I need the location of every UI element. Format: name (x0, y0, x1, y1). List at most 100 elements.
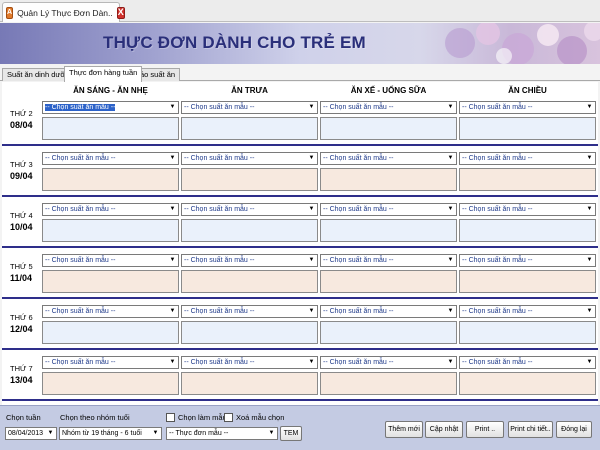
day-name: THỨ 7 (10, 364, 33, 373)
close-icon[interactable]: X (116, 6, 125, 19)
day-row: THỨ 4 10/04 -- Chọn suất ăn mẫu -- ▼ -- Chọn… (2, 199, 598, 248)
lunch-meal-details[interactable] (181, 321, 318, 344)
day-name: THỨ 4 (10, 211, 33, 220)
dinner-meal-details[interactable] (459, 270, 596, 293)
lunch-meal-details[interactable] (181, 168, 318, 191)
breakfast-meal-details[interactable] (42, 168, 179, 191)
day-name: THỨ 6 (10, 313, 33, 322)
chevron-down-icon: ▼ (152, 430, 159, 436)
lunch-meal-select[interactable]: -- Chọn suất ăn mẫu -- ▼ (181, 101, 318, 114)
tem-button[interactable]: TEM (280, 426, 302, 441)
document-tab[interactable]: A Quản Lý Thực Đơn Dàn.. X (2, 2, 125, 22)
print-detail-button[interactable]: Print chi tiết.. (508, 421, 553, 438)
breakfast-meal-details[interactable] (42, 372, 179, 395)
select-placeholder: -- Chọn suất ăn mẫu -- (323, 104, 394, 111)
chevron-down-icon: ▼ (169, 206, 176, 212)
select-placeholder: -- Chọn suất ăn mẫu -- (323, 359, 394, 366)
lunch-meal-select[interactable]: -- Chọn suất ăn mẫu -- ▼ (181, 305, 318, 318)
week-select[interactable]: 08/04/2013 ▼ (5, 427, 57, 440)
breakfast-meal-select[interactable]: -- Chọn suất ăn mẫu -- ▼ (42, 152, 179, 165)
afternoon-snack-meal-select[interactable]: -- Chọn suất ăn mẫu -- ▼ (320, 254, 457, 267)
document-tab-title: Quản Lý Thực Đơn Dàn.. (17, 7, 113, 18)
chevron-down-icon: ▼ (447, 155, 454, 161)
lunch-meal-details[interactable] (181, 117, 318, 140)
dinner-meal-select[interactable]: -- Chọn suất ăn mẫu -- ▼ (459, 356, 596, 369)
lunch-meal-select[interactable]: -- Chọn suất ăn mẫu -- ▼ (181, 152, 318, 165)
dinner-meal-select[interactable]: -- Chọn suất ăn mẫu -- ▼ (459, 203, 596, 216)
module-tabs: Suất ăn dinh dưỡng Thực đơn hàng tuần Bá… (0, 65, 600, 82)
chevron-down-icon: ▼ (447, 257, 454, 263)
close-button[interactable]: Đóng lại (556, 421, 592, 438)
lunch-meal-details[interactable] (181, 270, 318, 293)
chevron-down-icon: ▼ (586, 206, 593, 212)
dinner-meal-select[interactable]: -- Chọn suất ăn mẫu -- ▼ (459, 152, 596, 165)
lunch-meal-select[interactable]: -- Chọn suất ăn mẫu -- ▼ (181, 356, 318, 369)
bottom-toolbar: Chọn tuần 08/04/2013 ▼ Chọn theo nhóm tu… (0, 405, 600, 450)
column-header-breakfast: ĂN SÁNG - ĂN NHẸ (73, 86, 148, 95)
day-row: THỨ 6 12/04 -- Chọn suất ăn mẫu -- ▼ -- Chọn… (2, 301, 598, 350)
select-placeholder: -- Chọn suất ăn mẫu -- (462, 206, 533, 213)
afternoon-snack-meal-details[interactable] (320, 168, 457, 191)
chevron-down-icon: ▼ (308, 257, 315, 263)
chevron-down-icon: ▼ (47, 430, 54, 436)
breakfast-meal-select[interactable]: -- Chọn suất ăn mẫu -- ▼ (42, 203, 179, 216)
breakfast-meal-details[interactable] (42, 117, 179, 140)
dinner-meal-select[interactable]: -- Chọn suất ăn mẫu -- ▼ (459, 101, 596, 114)
dinner-meal-details[interactable] (459, 168, 596, 191)
chevron-down-icon: ▼ (169, 104, 176, 110)
afternoon-snack-meal-select[interactable]: -- Chọn suất ăn mẫu -- ▼ (320, 101, 457, 114)
tab-weekly-menu[interactable]: Thực đơn hàng tuần (64, 66, 143, 82)
afternoon-snack-meal-details[interactable] (320, 372, 457, 395)
day-date: 13/04 (10, 375, 33, 385)
day-separator (2, 246, 598, 248)
select-placeholder: -- Chọn suất ăn mẫu -- (184, 257, 255, 264)
afternoon-snack-meal-details[interactable] (320, 270, 457, 293)
breakfast-meal-select[interactable]: -- Chọn suất ăn mẫu -- ▼ (42, 254, 179, 267)
lunch-meal-details[interactable] (181, 372, 318, 395)
update-button[interactable]: Cập nhật (425, 421, 463, 438)
day-row: THỨ 7 13/04 -- Chọn suất ăn mẫu -- ▼ -- Chọn… (2, 352, 598, 401)
add-new-button[interactable]: Thêm mới (385, 421, 423, 438)
flower-decoration (445, 23, 600, 64)
afternoon-snack-meal-select[interactable]: -- Chọn suất ăn mẫu -- ▼ (320, 305, 457, 318)
lunch-meal-select[interactable]: -- Chọn suất ăn mẫu -- ▼ (181, 203, 318, 216)
select-placeholder: -- Chọn suất ăn mẫu -- (323, 206, 394, 213)
day-separator (2, 144, 598, 146)
afternoon-snack-meal-select[interactable]: -- Chọn suất ăn mẫu -- ▼ (320, 203, 457, 216)
afternoon-snack-meal-details[interactable] (320, 219, 457, 242)
breakfast-meal-details[interactable] (42, 321, 179, 344)
afternoon-snack-meal-details[interactable] (320, 117, 457, 140)
day-date: 09/04 (10, 171, 33, 181)
set-as-template-checkbox[interactable] (166, 413, 175, 422)
menu-template-select[interactable]: -- Thực đơn mẫu -- ▼ (166, 427, 278, 440)
delete-template-checkbox[interactable] (224, 413, 233, 422)
week-label: Chọn tuần (6, 413, 41, 422)
breakfast-meal-details[interactable] (42, 270, 179, 293)
breakfast-meal-details[interactable] (42, 219, 179, 242)
dinner-meal-details[interactable] (459, 117, 596, 140)
breakfast-meal-select[interactable]: -- Chọn suất ăn mẫu -- ▼ (42, 356, 179, 369)
lunch-meal-select[interactable]: -- Chọn suất ăn mẫu -- ▼ (181, 254, 318, 267)
select-placeholder: -- Chọn suất ăn mẫu -- (462, 308, 533, 315)
afternoon-snack-meal-details[interactable] (320, 321, 457, 344)
lunch-meal-details[interactable] (181, 219, 318, 242)
dinner-meal-details[interactable] (459, 321, 596, 344)
chevron-down-icon: ▼ (169, 257, 176, 263)
day-date: 11/04 (10, 273, 33, 283)
chevron-down-icon: ▼ (169, 359, 176, 365)
afternoon-snack-meal-select[interactable]: -- Chọn suất ăn mẫu -- ▼ (320, 356, 457, 369)
dinner-meal-select[interactable]: -- Chọn suất ăn mẫu -- ▼ (459, 254, 596, 267)
select-placeholder: -- Chọn suất ăn mẫu -- (323, 155, 394, 162)
breakfast-meal-select[interactable]: -- Chọn suất ăn mẫu -- ▼ (42, 101, 179, 114)
select-placeholder: -- Chọn suất ăn mẫu -- (184, 155, 255, 162)
dinner-meal-details[interactable] (459, 372, 596, 395)
dinner-meal-select[interactable]: -- Chọn suất ăn mẫu -- ▼ (459, 305, 596, 318)
age-group-select[interactable]: Nhóm từ 19 tháng - 6 tuổi ▼ (59, 427, 162, 440)
breakfast-meal-select[interactable]: -- Chọn suất ăn mẫu -- ▼ (42, 305, 179, 318)
set-as-template-label: Chọn làm mẫu (178, 413, 227, 422)
dinner-meal-details[interactable] (459, 219, 596, 242)
chevron-down-icon: ▼ (308, 206, 315, 212)
chevron-down-icon: ▼ (169, 155, 176, 161)
print-button[interactable]: Print .. (466, 421, 504, 438)
afternoon-snack-meal-select[interactable]: -- Chọn suất ăn mẫu -- ▼ (320, 152, 457, 165)
